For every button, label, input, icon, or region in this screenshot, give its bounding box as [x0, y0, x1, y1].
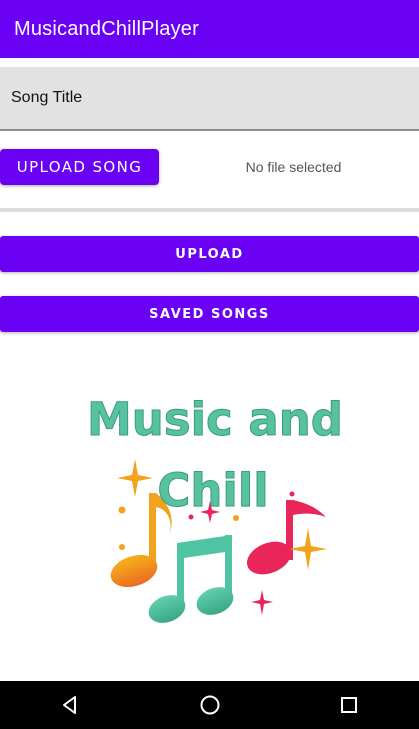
- music-and-chill-logo: Music and Chill: [87, 393, 343, 623]
- logo-text-line1: Music and: [87, 393, 343, 446]
- app-title: MusicandChillPlayer: [14, 17, 199, 40]
- file-status-text: No file selected: [245, 159, 342, 175]
- app-bar: MusicandChillPlayer: [0, 0, 419, 58]
- divider: [0, 208, 419, 212]
- upload-label: UPLOAD: [175, 246, 244, 262]
- teal-notes-icon: [148, 535, 234, 623]
- logo-text-line2: Chill: [157, 464, 268, 517]
- saved-songs-label: SAVED SONGS: [149, 306, 270, 322]
- song-title-input[interactable]: [0, 67, 419, 131]
- upload-button[interactable]: UPLOAD: [0, 236, 419, 272]
- recents-icon[interactable]: [319, 681, 379, 729]
- upload-song-button[interactable]: UPLOAD SONG: [0, 149, 159, 185]
- upload-song-label: UPLOAD SONG: [16, 158, 143, 176]
- back-icon[interactable]: [40, 681, 100, 729]
- navigation-bar: [0, 681, 419, 729]
- home-icon[interactable]: [180, 681, 240, 729]
- saved-songs-button[interactable]: SAVED SONGS: [0, 296, 419, 332]
